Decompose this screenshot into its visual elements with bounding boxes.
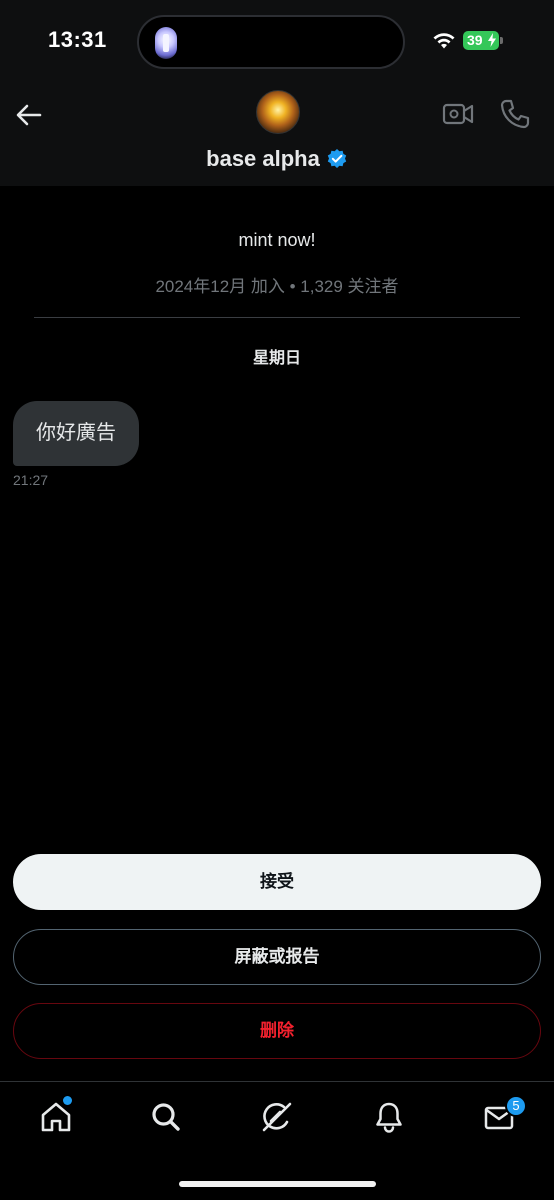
status-bar: 13:31 39	[0, 0, 554, 80]
contact-name-row[interactable]: base alpha	[0, 146, 554, 172]
messages-badge: 5	[505, 1095, 527, 1117]
wifi-icon	[433, 33, 455, 49]
divider	[34, 317, 520, 318]
accept-button[interactable]: 接受	[13, 854, 541, 910]
bottom-nav: 5	[0, 1081, 554, 1200]
profile-bio: mint now!	[238, 230, 316, 250]
back-arrow-icon[interactable]	[14, 100, 44, 130]
flashlight-icon	[155, 27, 177, 59]
delete-button[interactable]: 删除	[13, 1003, 541, 1059]
message-timestamp: 21:27	[13, 472, 49, 488]
block-or-report-button[interactable]: 屏蔽或报告	[13, 929, 541, 985]
charging-bolt-icon	[488, 33, 496, 47]
notifications-icon[interactable]	[372, 1100, 406, 1134]
battery-icon: 39	[463, 31, 499, 50]
search-icon[interactable]	[149, 1100, 183, 1134]
contact-name: base alpha	[206, 146, 320, 171]
phone-icon[interactable]	[499, 98, 531, 130]
battery-tip	[500, 37, 503, 44]
message-bubble[interactable]: 你好廣告	[13, 401, 139, 466]
home-indicator	[179, 1181, 376, 1187]
conversation-header: base alpha	[0, 80, 554, 186]
profile-meta: 2024年12月 加入 • 1,329 关注者	[155, 277, 399, 296]
avatar[interactable]	[256, 90, 300, 134]
day-separator: 星期日	[252, 350, 301, 367]
home-icon[interactable]	[39, 1100, 73, 1134]
home-notification-dot	[63, 1096, 72, 1105]
battery-level: 39	[467, 32, 483, 48]
status-time: 13:31	[48, 27, 107, 52]
dynamic-island	[137, 15, 405, 69]
verified-badge-icon	[327, 149, 347, 168]
video-call-icon[interactable]	[442, 100, 474, 128]
grok-icon[interactable]	[260, 1100, 294, 1134]
